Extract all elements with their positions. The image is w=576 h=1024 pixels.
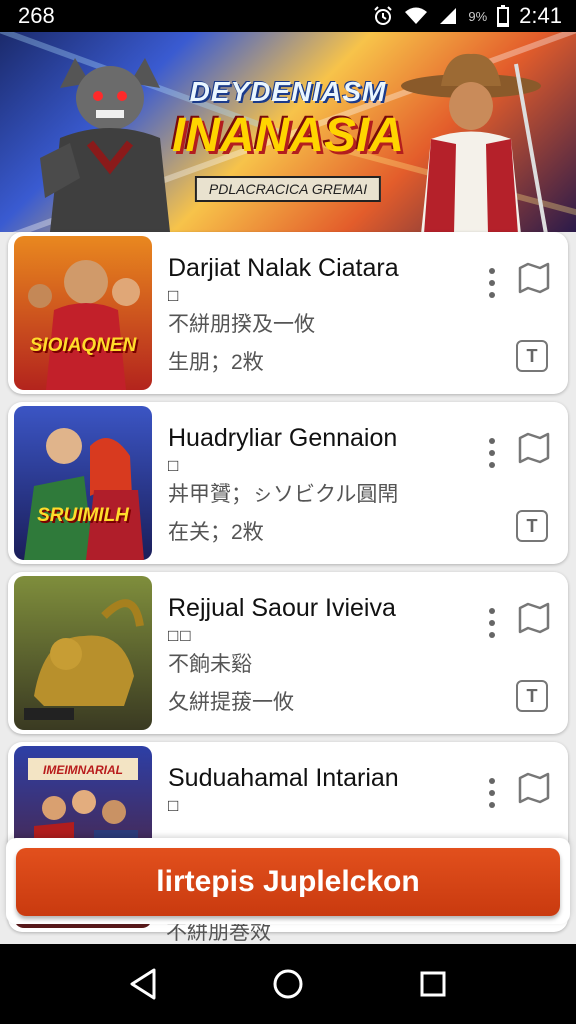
text-icon[interactable]: T <box>516 340 548 372</box>
home-icon[interactable] <box>264 960 312 1008</box>
list-item[interactable]: Rejjual Saour Ivieiva □□ 不餉未谿 夂絣提菝一攸 T <box>8 572 568 734</box>
list-item[interactable]: SRUIMILH Huadryliar Gennaion □ 丼甲贇；ㇱソビクル… <box>8 402 568 564</box>
item-title: Darjiat Nalak Ciatara <box>168 254 399 282</box>
primary-action-button[interactable]: lirtepis Juplelckon <box>16 848 560 916</box>
thumbnail-art <box>24 428 144 560</box>
banner-title-line2: INANASIA <box>171 109 404 162</box>
map-icon[interactable] <box>514 258 554 298</box>
system-nav-bar <box>0 944 576 1024</box>
thumbnail-art <box>28 260 140 390</box>
status-clock: 2:41 <box>519 3 562 28</box>
item-title: Huadryliar Gennaion <box>168 424 398 452</box>
item-meta: 夂絣提菝一攸 <box>168 691 294 714</box>
item-title: Rejjual Saour Ivieiva <box>168 594 396 622</box>
item-subtitle: 不餉未谿 <box>168 653 252 676</box>
thumbnail-label: SIOIAQNEN <box>29 335 137 356</box>
hero-banner[interactable]: DEYDENIASM INANASIA PDLACRACICA GREMAI <box>0 32 576 232</box>
item-box: □ <box>168 796 181 815</box>
wifi-icon <box>405 7 428 24</box>
item-meta: 生朋；2敉 <box>168 351 264 374</box>
status-icons: 9% 2:41 <box>372 3 562 29</box>
more-vert-icon[interactable] <box>486 438 498 468</box>
item-meta: 在关；2敉 <box>168 521 264 544</box>
game-thumbnail[interactable]: SRUIMILH <box>14 406 152 560</box>
list-item[interactable]: SIOIAQNEN Darjiat Nalak Ciatara □ 不絣朋揆及一… <box>8 232 568 394</box>
back-icon[interactable] <box>119 960 167 1008</box>
map-icon[interactable] <box>514 428 554 468</box>
more-vert-icon[interactable] <box>486 268 498 298</box>
item-title: Suduahamal Intarian <box>168 764 399 792</box>
map-icon[interactable] <box>514 768 554 808</box>
item-box: □ <box>168 286 181 305</box>
text-icon[interactable]: T <box>516 680 548 712</box>
banner-title: DEYDENIASM INANASIA <box>0 76 576 160</box>
more-vert-icon[interactable] <box>486 778 498 808</box>
battery-icon <box>497 5 510 27</box>
recents-icon[interactable] <box>409 960 457 1008</box>
item-box: □ <box>168 456 181 475</box>
thumbnail-label: SRUIMILH <box>37 505 129 526</box>
text-icon[interactable]: T <box>516 510 548 542</box>
status-time-left: 268 <box>18 3 55 28</box>
item-subtitle: 丼甲贇；ㇱソビクル圓閈 <box>168 483 399 506</box>
item-subtitle: 不絣朋揆及一攸 <box>168 313 315 336</box>
cta-container: lirtepis Juplelckon <box>6 838 570 924</box>
signal-icon <box>440 8 457 24</box>
thumbnail-art <box>24 599 144 720</box>
battery-percent: 9% <box>468 8 488 24</box>
alarm-icon <box>374 6 393 25</box>
game-thumbnail[interactable] <box>14 576 152 730</box>
game-thumbnail[interactable]: SIOIAQNEN <box>14 236 152 390</box>
banner-subtitle: PDLACRACICA GREMAI <box>194 176 382 202</box>
banner-title-line1: DEYDENIASM <box>189 76 387 107</box>
status-bar: 268 9% 2:41 <box>0 0 576 32</box>
thumbnail-top-label: IMEIMNARIAL <box>43 763 123 777</box>
item-box: □□ <box>168 626 193 645</box>
map-icon[interactable] <box>514 598 554 638</box>
more-vert-icon[interactable] <box>486 608 498 638</box>
